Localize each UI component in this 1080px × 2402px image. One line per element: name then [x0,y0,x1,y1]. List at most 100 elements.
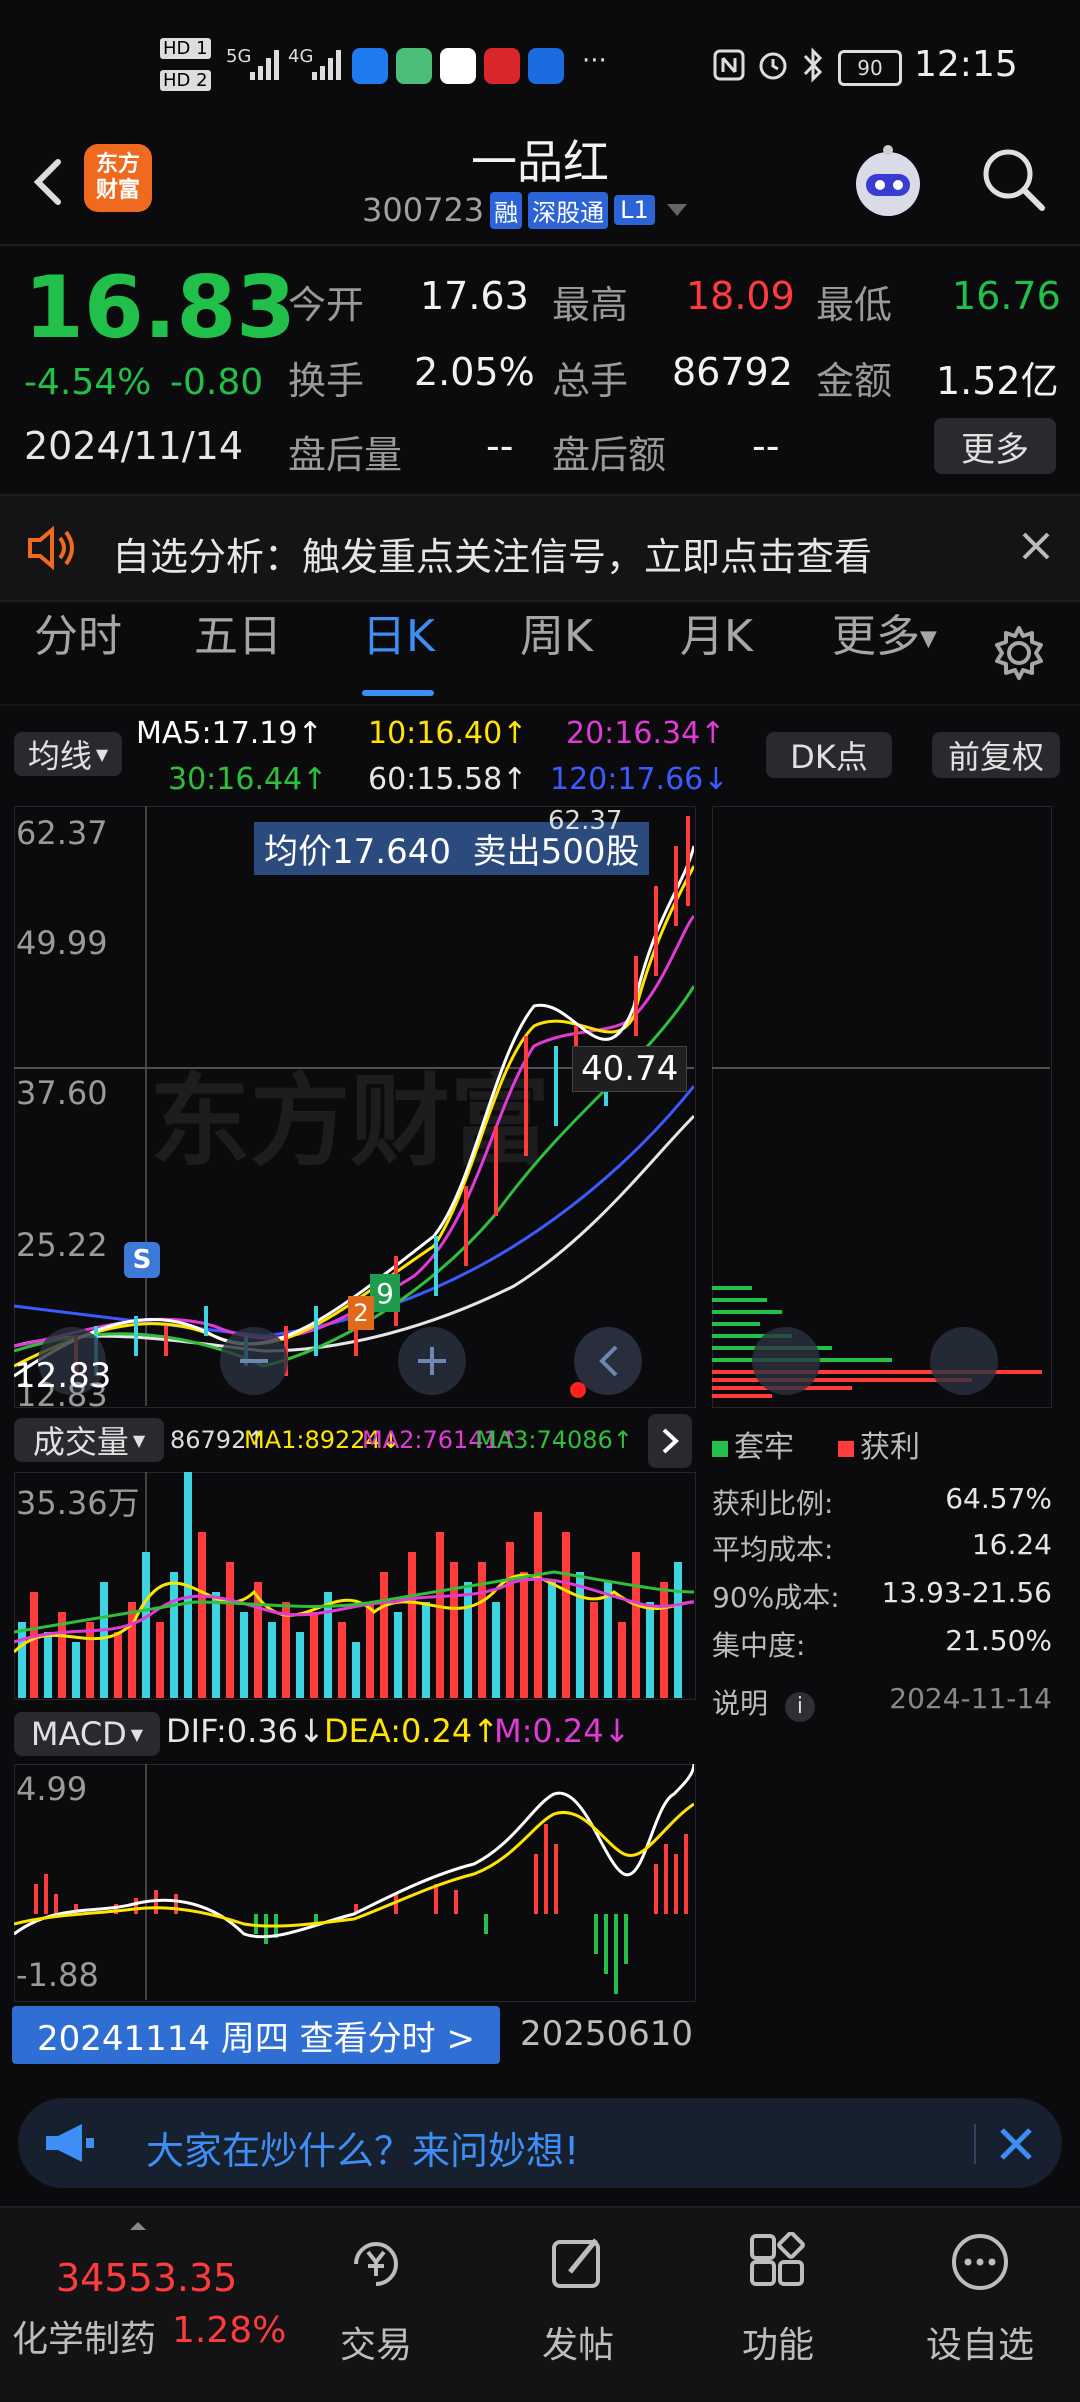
ma20-line [14,914,694,1348]
ma5-value: MA5:17.19↑ [136,716,323,751]
nav-post-label: 发帖 [541,2325,614,2366]
ma120-value: 120:17.66↓ [550,762,729,797]
speaker-icon [24,524,80,576]
end-date-label: 20250610 [520,2014,694,2054]
trapped-swatch [712,1441,728,1457]
volume-label: 总手 [552,359,629,403]
profit-swatch [838,1441,854,1457]
indicator-selector-label: 均线 [27,737,92,775]
hd1-label: HD 1 [160,38,211,59]
nav-functions[interactable]: 功能 [698,2232,858,2382]
ma30-value: 30:16.44↑ [168,762,328,797]
caret-down-icon: ▼ [132,1430,146,1450]
turnover-label: 换手 [288,359,365,403]
margin-badge: 融 [490,191,523,229]
two-turn-marker[interactable]: 2 [348,1296,374,1330]
low-value: 16.76 [952,274,1061,318]
indicator-selector[interactable]: 均线 ▼ [14,732,122,776]
sgt-badge: 深股通 [528,191,609,229]
chip-distribution-svg [712,1067,1050,1398]
l1-badge: L1 [614,195,655,225]
dk-point-button[interactable]: DK点 [766,732,892,778]
nav-trade[interactable]: 交易 [296,2232,456,2382]
volume-value: 86792 [672,350,793,394]
after-hours-volume-value: -- [486,424,514,468]
change-amount: -0.80 [170,362,264,403]
open-value: 17.63 [420,274,529,318]
battery-level: 90 [857,56,883,80]
close-icon [1000,2128,1032,2160]
macd-selector[interactable]: MACD ▼ [14,1712,160,1756]
concentration-row: 集中度: 21.50% [712,1624,1052,1664]
more-quote-button[interactable]: 更多 [934,418,1056,474]
avg-cost-row: 平均成本: 16.24 [712,1528,1052,1568]
tab-five-day[interactable]: 五日 [194,600,282,664]
tab-more-label: 更多 [832,611,920,662]
after-hours-amount-value: -- [752,424,780,468]
y-axis-label-top: 62.37 [16,814,108,852]
dk-point-label: DK点 [790,738,868,776]
tab-weekly-k[interactable]: 周K [520,600,593,664]
chevron-right-icon [662,1428,679,1454]
y-axis-label-2: 49.99 [16,924,108,962]
robot-assistant-icon[interactable] [846,140,930,224]
active-tab-indicator [362,690,434,696]
sell-signal-marker[interactable]: S [124,1242,160,1278]
concentration-value: 21.50% [945,1624,1052,1657]
cost-90-row: 90%成本: 13.93-21.56 [712,1576,1052,1616]
sector-index-value[interactable]: 34553.35 [56,2256,237,2300]
grid-functions-icon [750,2232,805,2286]
dropdown-caret-icon [666,204,687,216]
open-label: 今开 [288,283,365,327]
change-percent: -4.54% [24,362,152,403]
nav-post[interactable]: 发帖 [498,2232,658,2382]
avg-cost-label: 平均成本: [712,1533,834,1566]
clock: 12:15 [914,44,1018,85]
battery-icon: 90 [838,50,902,86]
profit-label: 获利 [860,1430,920,1465]
notice-close-button[interactable] [1016,526,1056,570]
volume-selector[interactable]: 成交量 ▼ [14,1418,164,1462]
high-marker: 62.37 [548,806,623,836]
y-axis-label-3: 37.60 [16,1074,108,1112]
nine-turn-marker[interactable]: 9 [370,1274,400,1312]
caret-down-icon: ▼ [95,744,109,764]
info-icon: i [784,1692,815,1722]
notice-bar[interactable]: 自选分析：触发重点关注信号，立即点击查看 [0,496,1080,600]
tab-intraday[interactable]: 分时 [34,600,122,664]
sector-index-name[interactable]: 化学制药 [12,2310,156,2362]
crosshair-price: 40.74 [572,1046,688,1092]
shield-app-icon [352,48,388,84]
macd-axis-bottom: -1.88 [16,1956,99,1994]
tab-daily-k[interactable]: 日K [362,600,435,664]
search-button[interactable] [976,142,1052,218]
alarm-icon [756,48,790,86]
ask-bar[interactable]: 大家在炒什么？来问妙想! [18,2098,1062,2188]
avg-cost-value: 16.24 [971,1528,1052,1561]
tab-more[interactable]: 更多▼ [832,600,937,664]
profit-ratio-value: 64.57% [945,1482,1052,1515]
nav-add-watchlist[interactable]: 设自选 [900,2232,1060,2382]
expand-indicators-button[interactable] [648,1414,692,1468]
settings-button[interactable] [990,624,1048,686]
turnover-value: 2.05% [414,350,535,394]
macd-dea: DEA:0.24↑ [324,1712,500,1750]
profit-ratio-label: 获利比例: [712,1487,834,1520]
chip-note-date: 2024-11-14 [889,1682,1052,1715]
sector-index-change: 1.28% [172,2310,287,2351]
macd-selector-label: MACD [30,1715,127,1753]
chip-note-row[interactable]: 说明 i 2024-11-14 [712,1682,1052,1722]
nav-trade-label: 交易 [339,2325,412,2366]
adjust-forward-button[interactable]: 前复权 [932,732,1060,778]
ask-bar-close-button[interactable] [994,2122,1038,2170]
chip-note-label: 说明 [712,1687,769,1720]
tab-monthly-k[interactable]: 月K [680,600,753,664]
view-intraday-button[interactable]: 20241114 周四 查看分时 > [12,2006,500,2064]
low-label: 最低 [816,283,893,327]
ma10-line [14,865,694,1368]
trade-yen-icon [354,2242,398,2286]
edit-post-icon [552,2238,600,2288]
caret-down-icon: ▼ [920,626,937,652]
ma60-value: 60:15.58↑ [368,762,528,797]
stock-code-row[interactable]: 300723 融 深股通 L1 [362,190,687,230]
